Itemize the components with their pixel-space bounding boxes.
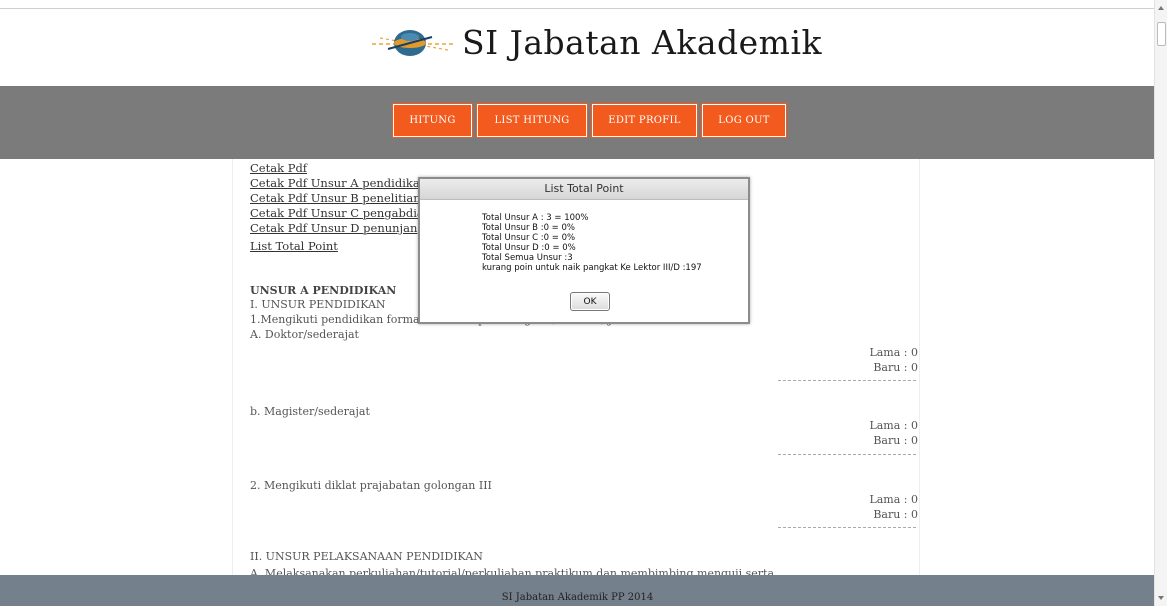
dialog-line: kurang poin untuk naik pangkat Ke Lektor…: [482, 263, 702, 273]
baru-value: Baru : 0: [873, 508, 918, 521]
dialog-message: Total Unsur A : 3 = 100% Total Unsur B :…: [482, 213, 702, 273]
vertical-scrollbar[interactable]: [1154, 0, 1167, 606]
dialog-line: Total Unsur B :0 = 0%: [482, 223, 575, 233]
ok-button[interactable]: OK: [570, 292, 610, 311]
cetak-pdf-unsur-c-link[interactable]: Cetak Pdf Unsur C pengabdian: [250, 206, 431, 221]
baru-value: Baru : 0: [873, 361, 918, 374]
baru-value: Baru : 0: [873, 434, 918, 447]
dialog-title: List Total Point: [420, 179, 748, 200]
nav-edit-profil-button[interactable]: EDIT PROFIL: [592, 104, 697, 137]
lama-value: Lama : 0: [869, 346, 918, 359]
main-nav: HITUNG LIST HITUNG EDIT PROFIL LOG OUT: [393, 104, 786, 137]
section-title: UNSUR A PENDIDIKAN: [250, 284, 397, 297]
footer-text: SI Jabatan Akademik PP 2014: [501, 592, 654, 603]
dialog-line: Total Unsur C :0 = 0%: [482, 233, 576, 243]
dialog-line: Total Unsur A : 3 = 100%: [482, 213, 589, 223]
cetak-pdf-unsur-d-link[interactable]: Cetak Pdf Unsur D penunjang: [250, 221, 431, 236]
nav-hitung-button[interactable]: HITUNG: [393, 104, 472, 137]
scroll-up-icon[interactable]: [1158, 6, 1164, 10]
site-title: SI Jabatan Akademik: [462, 23, 823, 62]
dialog-line: Total Semua Unsur :3: [482, 253, 573, 263]
item-text: b. Magister/sederajat: [250, 405, 370, 418]
item-text: 2. Mengikuti diklat prajabatan golongan …: [250, 479, 492, 492]
divider: [778, 527, 916, 528]
logo-icon: [372, 30, 454, 56]
divider: [778, 454, 916, 455]
cetak-pdf-unsur-a-link[interactable]: Cetak Pdf Unsur A pendidikan: [250, 176, 431, 191]
divider: [778, 380, 916, 381]
dialog-line: Total Unsur D :0 = 0%: [482, 243, 576, 253]
list-total-point-link[interactable]: List Total Point: [250, 239, 431, 254]
link-list: Cetak Pdf Cetak Pdf Unsur A pendidikan C…: [250, 161, 431, 254]
nav-logout-button[interactable]: LOG OUT: [702, 104, 786, 137]
alert-dialog: List Total Point Total Unsur A : 3 = 100…: [418, 177, 750, 324]
item-text: A. Doktor/sederajat: [250, 328, 359, 341]
header: SI Jabatan Akademik: [0, 9, 1155, 86]
nav-list-hitung-button[interactable]: LIST HITUNG: [477, 104, 587, 137]
lama-value: Lama : 0: [869, 493, 918, 506]
scroll-down-icon[interactable]: [1158, 596, 1164, 600]
subsection-title: I. UNSUR PENDIDIKAN: [250, 298, 386, 311]
subsection-title: II. UNSUR PELAKSANAAN PENDIDIKAN: [250, 550, 483, 563]
cetak-pdf-link[interactable]: Cetak Pdf: [250, 161, 431, 176]
scroll-thumb[interactable]: [1157, 22, 1166, 46]
lama-value: Lama : 0: [869, 419, 918, 432]
cetak-pdf-unsur-b-link[interactable]: Cetak Pdf Unsur B penelitian: [250, 191, 431, 206]
